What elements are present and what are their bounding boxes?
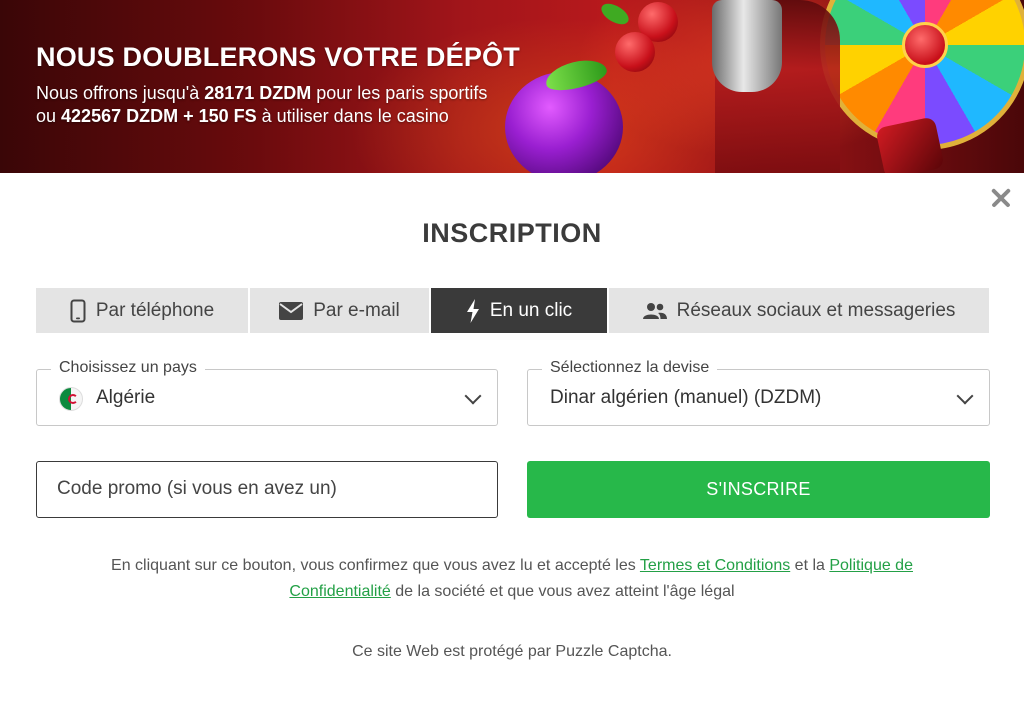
banner-text: Nous offrons jusqu'à [36,83,205,103]
legal-text: En cliquant sur ce bouton, vous confirme… [111,557,640,574]
registration-modal: INSCRIPTION Par téléphone Par e-mail En … [0,173,1024,716]
envelope-icon [279,301,304,320]
banner-text: ou [36,106,62,126]
banner-title: NOUS DOUBLERONS VOTRE DÉPÔT [36,42,520,72]
banner-text: pour les paris sportifs [311,83,488,103]
tab-social-networks[interactable]: Réseaux sociaux et messageries [609,288,989,333]
tab-one-click[interactable]: En un clic [431,288,607,333]
tab-label: Par e-mail [313,299,400,321]
promo-code-field [36,461,498,518]
captcha-notice: Ce site Web est protégé par Puzzle Captc… [352,643,672,660]
legal-text: et la [790,557,830,574]
terms-link[interactable]: Termes et Conditions [640,557,790,574]
legal-text: de la société et que vous avez atteint l… [390,583,735,600]
lightning-icon [466,298,480,323]
banner-amount: 422567 DZDM + 150 FS [61,106,257,126]
chevron-down-icon [956,387,974,405]
tab-label: Par téléphone [95,299,215,321]
currency-select[interactable]: Sélectionnez la devise Dinar algérien (m… [527,359,990,426]
register-button[interactable]: S'INSCRIRE [527,461,990,518]
country-label: Choisissez un pays [51,359,205,377]
banner-subtitle: Nous offrons jusqu'à 28171 DZDM pour les… [36,82,596,128]
legal-notice: En cliquant sur ce bouton, vous confirme… [70,553,954,605]
close-icon[interactable] [988,185,1014,211]
promo-code-input[interactable] [57,462,477,516]
tab-label: Réseaux sociaux et messageries [676,299,956,321]
users-icon [642,302,667,320]
tab-phone[interactable]: Par téléphone [36,288,248,333]
algeria-flag-icon [59,387,83,411]
phone-icon [70,299,86,323]
chevron-down-icon [464,387,482,405]
wheel-hub-image [902,22,948,68]
modal-title: INSCRIPTION [422,218,602,248]
country-select[interactable]: Choisissez un pays Algérie [36,359,498,426]
trophy-image [712,0,782,92]
currency-value: Dinar algérien (manuel) (DZDM) [550,387,822,408]
country-value: Algérie [96,387,156,408]
banner-text: à utiliser dans le casino [256,106,449,126]
registration-tabs: Par téléphone Par e-mail En un clic Rése… [36,288,989,333]
tab-label: En un clic [489,299,573,321]
cherry-leaf-image [598,0,632,29]
cherry-image [615,32,655,72]
banner-amount: 28171 DZDM [204,83,312,103]
currency-label: Sélectionnez la devise [542,359,718,377]
tab-email[interactable]: Par e-mail [250,288,429,333]
promo-banner: NOUS DOUBLERONS VOTRE DÉPÔT Nous offrons… [0,0,1024,173]
